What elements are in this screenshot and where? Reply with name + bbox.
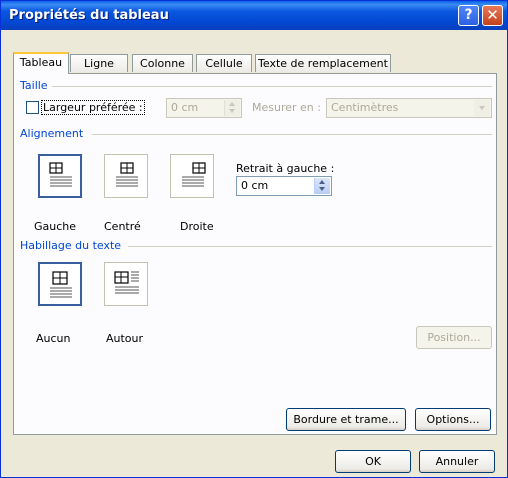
align-center-icon: [116, 162, 138, 187]
width-spinner: [224, 100, 240, 116]
wrap-none-icon: [50, 271, 72, 298]
group-divider: [92, 134, 492, 135]
spin-down-icon: [229, 109, 235, 113]
left-indent-field[interactable]: 0 cm: [236, 176, 332, 196]
group-label-taille: Taille: [20, 79, 48, 92]
align-center-label: Centré: [104, 220, 141, 233]
tab-tableau[interactable]: Tableau: [13, 52, 69, 74]
close-button[interactable]: ✕: [482, 5, 503, 26]
spin-up-icon: [229, 102, 235, 106]
tab-panel: Taille Largeur préférée : 0 cm Mesurer e…: [13, 73, 497, 435]
group-label-habillage: Habillage du texte: [20, 239, 122, 252]
wrap-around-label: Autour: [106, 332, 144, 345]
window-title: Propriétés du tableau: [9, 8, 169, 23]
preferred-width-field: 0 cm: [166, 98, 242, 118]
position-button: Position...: [416, 326, 492, 349]
spin-down-icon: [319, 187, 325, 191]
table-properties-dialog: Propriétés du tableau ? ✕ Tableau Ligne …: [0, 0, 508, 478]
group-divider: [128, 246, 492, 247]
group-divider: [52, 86, 492, 87]
wrap-none-label: Aucun: [36, 332, 71, 345]
left-indent-label: Retrait à gauche :: [236, 162, 335, 175]
options-button[interactable]: Options...: [415, 408, 491, 431]
measure-in-select: Centimètres: [326, 98, 492, 118]
tab-ligne[interactable]: Ligne: [70, 54, 128, 72]
left-indent-value: 0 cm: [241, 179, 269, 192]
help-button[interactable]: ?: [458, 5, 479, 26]
align-right-label: Droite: [180, 220, 214, 233]
align-left-icon: [49, 162, 72, 187]
preferred-width-checkbox[interactable]: [26, 101, 39, 114]
left-indent-spinner[interactable]: [314, 178, 330, 194]
align-right-option[interactable]: [170, 154, 214, 198]
wrap-around-icon: [114, 271, 139, 294]
borders-and-shading-button[interactable]: Bordure et trame...: [286, 408, 406, 431]
chevron-down-icon: [474, 100, 490, 116]
tab-colonne[interactable]: Colonne: [132, 54, 193, 72]
preferred-width-value: 0 cm: [171, 101, 199, 114]
measure-in-value: Centimètres: [331, 101, 399, 114]
measure-in-label: Mesurer en :: [252, 101, 321, 114]
cancel-button[interactable]: Annuler: [419, 450, 495, 473]
align-left-label: Gauche: [34, 220, 77, 233]
wrap-none-option[interactable]: [38, 262, 82, 306]
spin-up-icon: [319, 180, 325, 184]
group-label-alignement: Alignement: [20, 127, 84, 140]
wrap-around-option[interactable]: [104, 262, 148, 306]
tab-cellule[interactable]: Cellule: [196, 54, 252, 72]
align-left-option[interactable]: [38, 154, 82, 198]
ok-button[interactable]: OK: [335, 450, 411, 473]
align-center-option[interactable]: [104, 154, 148, 198]
tab-texte-de-remplacement[interactable]: Texte de remplacement: [255, 54, 391, 72]
preferred-width-label[interactable]: Largeur préférée :: [41, 100, 145, 115]
align-right-icon: [182, 162, 206, 187]
title-bar[interactable]: Propriétés du tableau ? ✕: [1, 1, 507, 30]
